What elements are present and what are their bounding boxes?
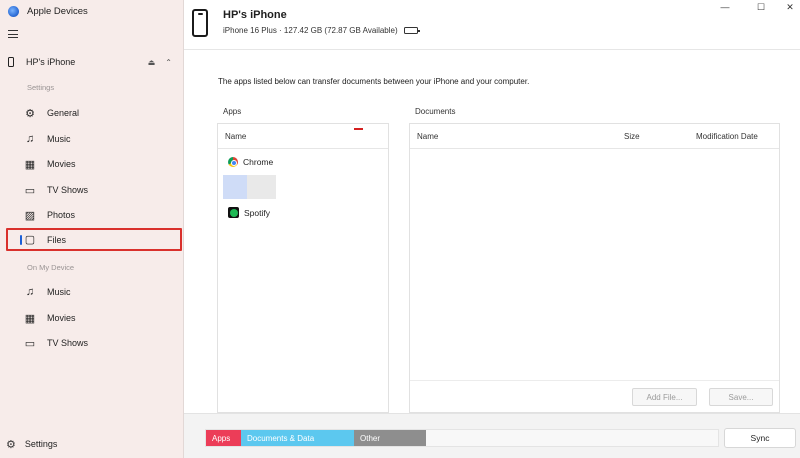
minimize-icon[interactable]: — xyxy=(718,1,732,13)
storage-segment-other: Other xyxy=(354,430,426,446)
music-note-icon: ♫ xyxy=(25,133,35,145)
intro-text: The apps listed below can transfer docum… xyxy=(218,77,530,86)
documents-header-row: Name Size Modification Date xyxy=(410,124,779,149)
sidebar-item-files[interactable]: ▢ Files xyxy=(6,228,182,251)
app-row-spotify[interactable]: Spotify xyxy=(218,200,388,225)
folder-icon: ▢ xyxy=(24,234,36,246)
add-file-button[interactable]: Add File... xyxy=(632,388,697,406)
sidebar-item-device-movies[interactable]: ▦ Movies xyxy=(6,307,182,329)
sidebar: Apple Devices HP's iPhone ⏏ ⌃ Settings ⚙… xyxy=(0,0,184,458)
eject-icon[interactable]: ⏏ xyxy=(148,58,156,67)
column-header-name[interactable]: Name xyxy=(417,132,438,141)
apps-name-column-header[interactable]: Name xyxy=(218,124,388,149)
app-icon-placeholder xyxy=(223,175,247,199)
tv-icon: ▭ xyxy=(24,184,36,197)
app-row-placeholder[interactable] xyxy=(218,174,388,200)
photo-icon: ▨ xyxy=(24,209,36,222)
tv-icon: ▭ xyxy=(24,337,36,350)
device-title: HP's iPhone xyxy=(223,9,287,21)
column-header-label: Name xyxy=(225,131,247,141)
sidebar-item-label: Music xyxy=(47,134,71,144)
sidebar-item-label: TV Shows xyxy=(47,338,89,348)
sidebar-item-music[interactable]: ♫ Music xyxy=(6,128,182,150)
on-my-device-section-label: On My Device xyxy=(27,263,75,272)
device-header: HP's iPhone iPhone 16 Plus · 127.42 GB (… xyxy=(184,0,800,50)
sidebar-item-tv-shows[interactable]: ▭ TV Shows xyxy=(6,179,182,201)
storage-bar: Apps Documents & Data Other xyxy=(205,429,719,447)
app-name-placeholder xyxy=(247,175,276,199)
apps-list: Name Chrome Spotify xyxy=(217,123,389,413)
bottom-bar: Apps Documents & Data Other Sync xyxy=(184,413,800,458)
app-title: Apple Devices xyxy=(27,5,88,17)
device-info: iPhone 16 Plus · 127.42 GB (72.87 GB Ava… xyxy=(223,26,420,35)
app-title-bar: Apple Devices xyxy=(8,4,88,18)
gear-icon: ⚙ xyxy=(25,107,35,120)
device-storage-info: iPhone 16 Plus · 127.42 GB (72.87 GB Ava… xyxy=(223,26,398,35)
film-icon: ▦ xyxy=(24,312,36,325)
storage-segment-documents: Documents & Data xyxy=(241,430,354,446)
sort-indicator-icon xyxy=(354,128,363,130)
sidebar-item-label: TV Shows xyxy=(47,185,89,195)
sidebar-item-device-tv-shows[interactable]: ▭ TV Shows xyxy=(6,332,182,354)
app-name: Spotify xyxy=(244,207,270,218)
spotify-icon xyxy=(228,207,239,218)
save-button[interactable]: Save... xyxy=(709,388,773,406)
film-icon: ▦ xyxy=(24,158,36,171)
settings-section-label: Settings xyxy=(27,83,55,92)
battery-icon xyxy=(403,27,420,34)
chrome-icon xyxy=(228,156,238,167)
apple-devices-logo-icon xyxy=(8,5,19,17)
menu-hamburger-icon[interactable] xyxy=(8,30,18,38)
active-indicator xyxy=(20,235,22,245)
files-main-panel: The apps listed below can transfer docum… xyxy=(184,51,800,413)
sidebar-settings-label: Settings xyxy=(24,439,58,449)
sidebar-item-photos[interactable]: ▨ Photos xyxy=(6,204,182,226)
sidebar-item-label: Files xyxy=(47,234,67,245)
apps-label: Apps xyxy=(223,107,242,116)
sync-button[interactable]: Sync xyxy=(724,428,796,448)
maximize-icon[interactable]: ☐ xyxy=(754,1,768,13)
close-icon[interactable]: ✕ xyxy=(783,1,797,13)
sidebar-item-movies[interactable]: ▦ Movies xyxy=(6,153,182,175)
chevron-up-icon[interactable]: ⌃ xyxy=(165,58,172,67)
sidebar-item-label: Photos xyxy=(47,210,76,220)
sidebar-settings-button[interactable]: ⚙ Settings xyxy=(6,436,57,452)
music-note-icon: ♫ xyxy=(25,286,35,298)
documents-table: Name Size Modification Date Add File... … xyxy=(409,123,780,413)
column-header-modification-date[interactable]: Modification Date xyxy=(696,132,758,141)
sidebar-device-row[interactable]: HP's iPhone ⏏ ⌃ xyxy=(6,54,178,70)
sidebar-item-label: General xyxy=(47,108,80,118)
sidebar-device-name: HP's iPhone xyxy=(26,57,76,67)
sidebar-item-device-music[interactable]: ♫ Music xyxy=(6,281,182,303)
gear-icon: ⚙ xyxy=(6,438,16,451)
column-header-size[interactable]: Size xyxy=(624,132,640,141)
storage-segment-apps: Apps xyxy=(206,430,241,446)
sidebar-item-label: Movies xyxy=(47,313,76,323)
iphone-icon xyxy=(8,57,14,67)
sidebar-item-label: Music xyxy=(47,287,71,297)
sidebar-item-general[interactable]: ⚙ General xyxy=(6,102,182,124)
documents-footer: Add File... Save... xyxy=(410,380,779,412)
app-row-chrome[interactable]: Chrome xyxy=(218,149,388,174)
iphone-icon xyxy=(192,9,208,37)
sidebar-item-label: Movies xyxy=(47,159,76,169)
documents-label: Documents xyxy=(415,107,456,116)
app-name: Chrome xyxy=(243,156,274,167)
